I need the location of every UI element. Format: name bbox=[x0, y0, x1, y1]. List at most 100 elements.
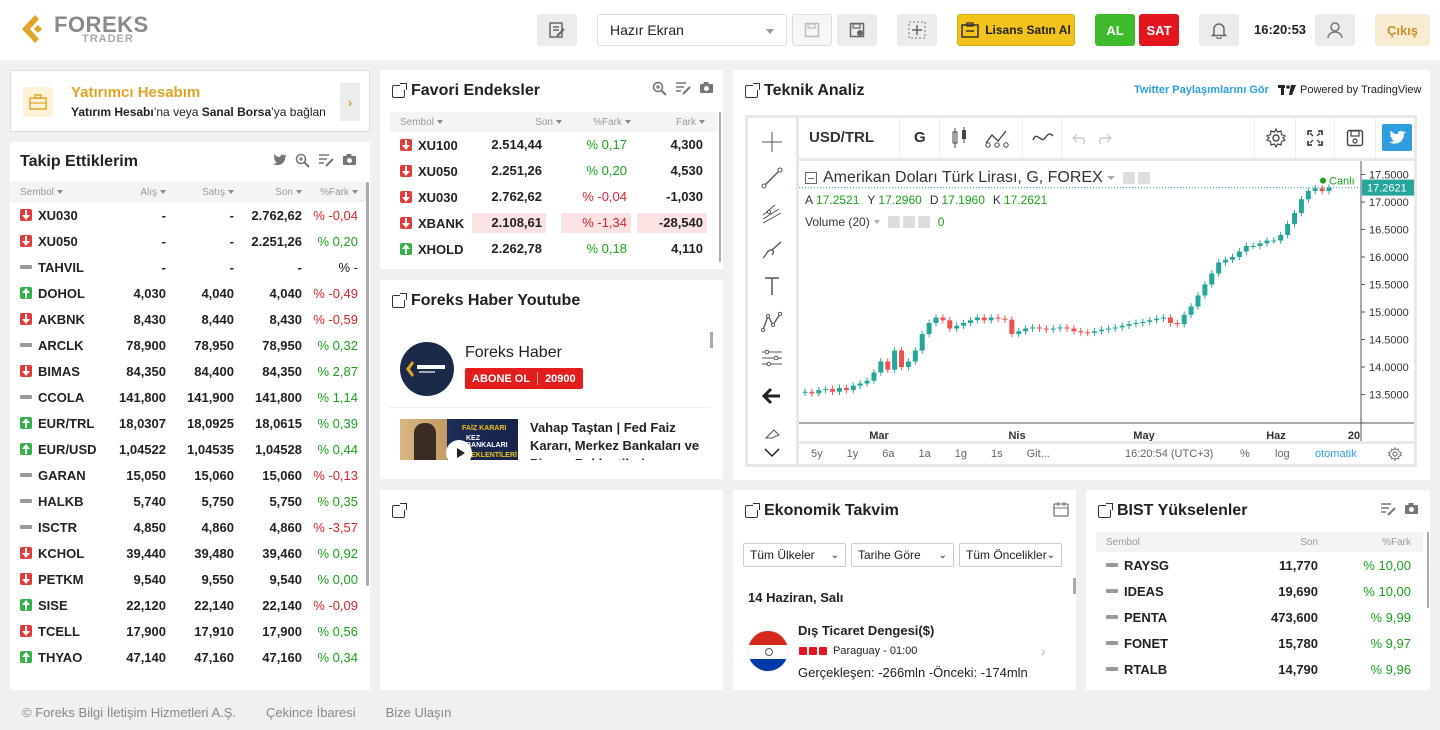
subscribe-button[interactable]: ABONE OL 20900 bbox=[465, 368, 583, 389]
table-row[interactable]: GARAN 15,050 15,060 15,060 % -0,13 bbox=[10, 462, 366, 488]
table-row[interactable]: HALKB 5,740 5,750 5,750 % 0,35 bbox=[10, 488, 366, 514]
brush-icon[interactable] bbox=[760, 238, 784, 262]
settings-gear-icon[interactable] bbox=[1388, 447, 1402, 461]
table-row[interactable]: AKBNK 8,430 8,440 8,430 % -0,59 bbox=[10, 306, 366, 332]
chevron-down-icon[interactable] bbox=[762, 446, 782, 460]
chevron-down-icon[interactable] bbox=[1106, 176, 1115, 180]
eraser-icon[interactable] bbox=[760, 426, 784, 440]
foreks-logo[interactable] bbox=[20, 14, 50, 47]
undo-icon[interactable] bbox=[1072, 130, 1088, 146]
camera-icon[interactable] bbox=[342, 153, 357, 166]
table-row[interactable]: XU050 - - 2.251,26 % 0,20 bbox=[10, 228, 366, 254]
camera-icon[interactable] bbox=[699, 81, 714, 94]
screen-select[interactable]: Hazır Ekran bbox=[597, 14, 787, 46]
crosshair-icon[interactable] bbox=[760, 130, 784, 154]
col-last[interactable]: Son bbox=[535, 117, 562, 128]
text-tool-icon[interactable] bbox=[760, 274, 784, 298]
collapse-icon[interactable] bbox=[805, 172, 817, 184]
save-chart-icon[interactable] bbox=[1346, 129, 1364, 147]
external-link-icon[interactable] bbox=[1098, 502, 1113, 518]
interval-button[interactable]: G bbox=[914, 129, 926, 146]
calendar-scrollbar[interactable] bbox=[1073, 578, 1076, 594]
table-row[interactable]: SISE 22,120 22,140 22,140 % -0,09 bbox=[10, 592, 366, 618]
pattern-icon[interactable] bbox=[760, 310, 784, 334]
col-pct[interactable]: %Fark bbox=[593, 117, 631, 128]
indicators-icon[interactable] bbox=[984, 127, 1010, 149]
twitter-icon[interactable] bbox=[272, 153, 287, 167]
twitter-shares-link[interactable]: Twitter Paylaşımlarını Gör bbox=[1134, 84, 1269, 96]
fullscreen-icon[interactable] bbox=[1307, 130, 1323, 146]
table-row[interactable]: KCHOL 39,440 39,480 39,460 % 0,92 bbox=[10, 540, 366, 566]
country-filter[interactable]: Tüm Ülkeler ⌄ bbox=[743, 543, 846, 567]
footer-contact-link[interactable]: Bize Ulaşın bbox=[386, 705, 452, 720]
col-symbol[interactable]: Sembol bbox=[20, 187, 63, 198]
table-row[interactable]: PENTA 473,600 % 9,99 bbox=[1096, 604, 1423, 630]
col-pct[interactable]: %Fark bbox=[1382, 537, 1411, 548]
col-last[interactable]: Son bbox=[1300, 537, 1318, 548]
powered-by[interactable]: Powered by TradingView bbox=[1278, 84, 1421, 96]
event-name[interactable]: Dış Ticaret Dengesi($) bbox=[798, 623, 934, 638]
percent-toggle[interactable]: % bbox=[1240, 448, 1250, 460]
range-button[interactable]: 1a bbox=[907, 448, 943, 460]
col-ask[interactable]: Satış bbox=[202, 187, 234, 198]
col-symbol[interactable]: Sembol bbox=[400, 117, 443, 128]
settings-gear-icon[interactable] bbox=[1137, 172, 1150, 184]
prediction-icon[interactable] bbox=[760, 346, 784, 370]
range-button[interactable]: 1g bbox=[943, 448, 979, 460]
channel-name[interactable]: Foreks Haber bbox=[465, 344, 562, 362]
symbol-search[interactable]: USD/TRL bbox=[809, 129, 874, 146]
table-row[interactable]: RAYSG 11,770 % 10,00 bbox=[1096, 552, 1423, 578]
chart-time[interactable]: 16:20:54 (UTC+3) bbox=[1125, 448, 1213, 460]
range-button[interactable]: 5y bbox=[799, 448, 835, 460]
camera-icon[interactable] bbox=[1404, 502, 1419, 515]
col-last[interactable]: Son bbox=[275, 187, 302, 198]
user-profile-button[interactable] bbox=[1315, 14, 1355, 46]
external-link-icon[interactable] bbox=[392, 292, 407, 308]
edit-list-icon[interactable] bbox=[1380, 502, 1396, 516]
table-row[interactable]: XU030 - - 2.762,62 % -0,04 bbox=[10, 202, 366, 228]
zoom-icon[interactable] bbox=[295, 153, 310, 168]
auto-toggle[interactable]: otomatik bbox=[1315, 448, 1357, 460]
layout-edit-button[interactable] bbox=[537, 14, 577, 46]
settings-gear-icon[interactable] bbox=[902, 216, 915, 228]
table-row[interactable]: EUR/USD 1,04522 1,04535 1,04528 % 0,44 bbox=[10, 436, 366, 462]
pitchfork-icon[interactable] bbox=[760, 202, 784, 226]
rising-scrollbar[interactable] bbox=[1427, 532, 1429, 608]
edit-list-icon[interactable] bbox=[675, 81, 691, 95]
table-row[interactable]: TAHVIL - - - % - bbox=[10, 254, 366, 280]
watchlist-scrollbar[interactable] bbox=[366, 182, 369, 586]
col-bid[interactable]: Alış bbox=[140, 187, 166, 198]
table-row[interactable]: BIMAS 84,350 84,400 84,350 % 2,87 bbox=[10, 358, 366, 384]
notifications-button[interactable] bbox=[1199, 14, 1239, 46]
buy-button[interactable]: AL bbox=[1095, 14, 1135, 46]
col-pct[interactable]: %Fark bbox=[320, 187, 358, 198]
table-row[interactable]: XU030 2.762,62 % -0,04 -1,030 bbox=[390, 184, 717, 210]
table-row[interactable]: CCOLA 141,800 141,900 141,800 % 1,14 bbox=[10, 384, 366, 410]
favorites-scrollbar[interactable] bbox=[719, 112, 721, 262]
chevron-right-icon[interactable]: › bbox=[340, 83, 360, 121]
log-toggle[interactable]: log bbox=[1275, 448, 1290, 460]
range-button[interactable]: 6a bbox=[870, 448, 906, 460]
edit-list-icon[interactable] bbox=[318, 153, 334, 167]
table-row[interactable]: XU050 2.251,26 % 0,20 4,530 bbox=[390, 158, 717, 184]
table-row[interactable]: XBANK 2.108,61 % -1,34 -28,540 bbox=[390, 210, 717, 236]
save-layout-button[interactable] bbox=[792, 14, 832, 46]
chevron-down-icon[interactable] bbox=[873, 220, 880, 224]
external-link-icon[interactable] bbox=[745, 82, 760, 98]
play-icon[interactable] bbox=[446, 440, 472, 460]
eye-icon[interactable] bbox=[887, 216, 900, 228]
range-button[interactable]: 1y bbox=[835, 448, 871, 460]
youtube-scrollbar[interactable] bbox=[710, 332, 713, 348]
table-row[interactable]: XHOLD 2.262,78 % 0,18 4,110 bbox=[390, 236, 717, 262]
range-button[interactable]: 1s bbox=[979, 448, 1015, 460]
col-diff[interactable]: Fark bbox=[676, 117, 705, 128]
candles-icon[interactable] bbox=[950, 127, 970, 149]
eye-icon[interactable] bbox=[1122, 172, 1135, 184]
license-button[interactable]: Lisans Satın Al bbox=[957, 14, 1075, 46]
footer-disclaimer-link[interactable]: Çekince İbaresi bbox=[266, 705, 356, 720]
zoom-icon[interactable] bbox=[652, 81, 667, 96]
table-row[interactable]: DOHOL 4,030 4,040 4,040 % -0,49 bbox=[10, 280, 366, 306]
compare-icon[interactable] bbox=[1032, 130, 1054, 146]
trend-line-icon[interactable] bbox=[760, 166, 784, 190]
col-symbol[interactable]: Sembol bbox=[1106, 537, 1140, 548]
